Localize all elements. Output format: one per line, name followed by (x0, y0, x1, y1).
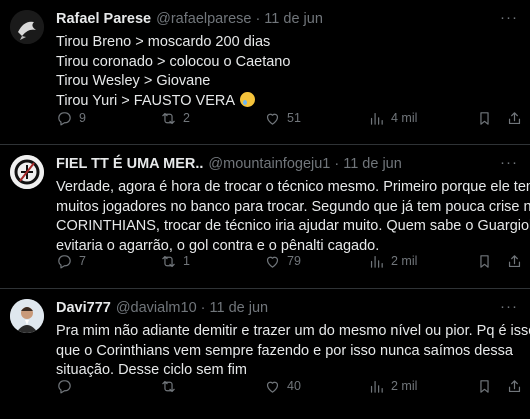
avatar-image (10, 155, 44, 189)
reply-button[interactable] (56, 376, 79, 396)
retweet-button[interactable]: 2 (160, 108, 190, 128)
view-count: 2 mil (391, 379, 418, 393)
views-button[interactable]: 2 mil (368, 376, 417, 396)
tweet-date[interactable]: 11 de jun (343, 156, 402, 172)
reply-button[interactable]: 7 (56, 251, 86, 271)
user-handle[interactable]: @rafaelparese (156, 11, 251, 27)
display-name[interactable]: Rafael Parese (56, 11, 151, 27)
tweet-text-line: Verdade, agora é hora de trocar o técnic… (56, 179, 530, 195)
tweet-text-line: Tirou Wesley > Giovane (56, 73, 211, 89)
like-button[interactable]: 79 (264, 251, 301, 271)
tweet-text-line: muitos jogadores no banco para trocar. S… (56, 198, 530, 215)
more-icon[interactable]: ··· (500, 298, 518, 315)
view-count: 2 mil (391, 254, 418, 268)
tweet-text-line: Tirou coronado > colocou o Caetano (56, 53, 291, 70)
share-icon (508, 254, 521, 267)
views-button[interactable]: 2 mil (368, 251, 417, 271)
like-count: 40 (287, 379, 301, 393)
tweet-header: Davi777 @davialm10 · 11 de jun (56, 300, 520, 318)
more-icon[interactable]: ··· (500, 154, 518, 171)
reply-button[interactable]: 9 (56, 108, 86, 128)
reply-count: 9 (79, 111, 86, 125)
share-icon (508, 111, 521, 124)
user-handle[interactable]: @davialm10 (116, 300, 197, 316)
share-button[interactable] (506, 108, 523, 128)
user-handle[interactable]: @mountainfogeju1 (208, 156, 330, 172)
views-icon (370, 255, 383, 268)
reply-count: 7 (79, 254, 86, 268)
tweet-date[interactable]: 11 de jun (209, 300, 268, 316)
share-button[interactable] (506, 376, 523, 396)
reply-icon (58, 254, 71, 268)
tweet-date[interactable]: 11 de jun (264, 11, 323, 27)
avatar-image (10, 299, 44, 333)
like-count: 51 (287, 111, 301, 125)
tweet-text: Pra mim não adiante demitir e trazer um … (56, 322, 530, 381)
tweet[interactable]: Davi777 @davialm10 · 11 de jun ··· Pra m… (0, 289, 530, 419)
retweet-icon (162, 112, 175, 124)
avatar[interactable] (10, 155, 44, 189)
bookmark-icon (480, 111, 489, 125)
separator: · (200, 300, 206, 316)
tweet-text: Tirou Breno > moscardo 200 dias Tirou co… (56, 33, 520, 111)
like-count: 79 (287, 254, 301, 268)
bookmark-icon (480, 254, 489, 268)
tweet-text-line: Pra mim não adiante demitir e trazer um … (56, 323, 530, 339)
bookmark-button[interactable] (476, 108, 493, 128)
like-icon (266, 256, 279, 268)
tweet-text-segment: Tirou Yuri > FAUSTO VERA (56, 92, 235, 109)
separator: · (334, 156, 340, 172)
avatar-image (10, 10, 44, 44)
tweet-header: Rafael Parese @rafaelparese · 11 de jun (56, 11, 520, 29)
reply-icon (58, 379, 71, 393)
reply-icon (58, 111, 71, 125)
bookmark-button[interactable] (476, 376, 493, 396)
share-button[interactable] (506, 251, 523, 271)
views-icon (370, 112, 383, 125)
tweet-text: Verdade, agora é hora de trocar o técnic… (56, 178, 530, 256)
display-name[interactable]: FIEL TT É UMA MER.. (56, 156, 203, 172)
tweet-text-line: Tirou Breno > moscardo 200 dias (56, 34, 271, 50)
tweet[interactable]: Rafael Parese @rafaelparese · 11 de jun … (0, 0, 530, 145)
bookmark-button[interactable] (476, 251, 493, 271)
retweet-count: 1 (183, 254, 190, 268)
views-icon (370, 380, 383, 393)
views-button[interactable]: 4 mil (368, 108, 417, 128)
crying-face-emoji-icon (240, 91, 256, 107)
like-icon (266, 113, 279, 125)
share-icon (508, 379, 521, 392)
retweet-icon (162, 380, 175, 392)
like-button[interactable]: 40 (264, 376, 301, 396)
more-icon[interactable]: ··· (500, 9, 518, 26)
retweet-button[interactable]: 1 (160, 251, 190, 271)
avatar[interactable] (10, 10, 44, 44)
tweet[interactable]: FIEL TT É UMA MER.. @mountainfogeju1 · 1… (0, 145, 530, 289)
tweet-text-line: CORINTHIANS, trocar de técnico iria ajud… (56, 218, 530, 234)
display-name[interactable]: Davi777 (56, 300, 111, 316)
retweet-count: 2 (183, 111, 190, 125)
retweet-button[interactable] (160, 376, 183, 396)
avatar[interactable] (10, 299, 44, 333)
separator: · (255, 11, 261, 27)
like-icon (266, 381, 279, 393)
tweet-text-line: que o Corinthians vem sempre fazendo e p… (56, 342, 513, 359)
bookmark-icon (480, 379, 489, 393)
like-button[interactable]: 51 (264, 108, 301, 128)
view-count: 4 mil (391, 111, 418, 125)
tweet-header: FIEL TT É UMA MER.. @mountainfogeju1 · 1… (56, 156, 520, 174)
retweet-icon (162, 255, 175, 267)
